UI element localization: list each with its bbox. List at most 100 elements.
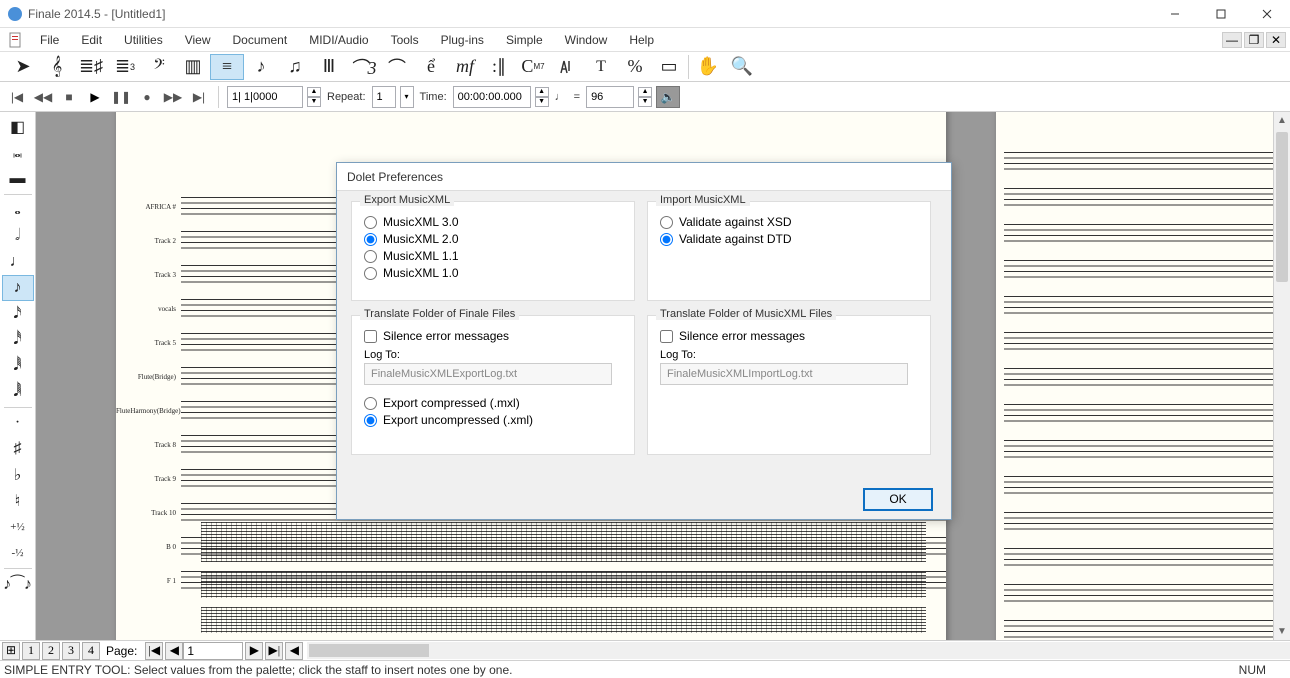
quarter-note-icon[interactable]: ♩ xyxy=(2,249,34,275)
staff-lines[interactable] xyxy=(1004,512,1273,534)
eighth-note-icon[interactable]: ♪ xyxy=(2,275,34,301)
chord-tool[interactable]: CM7 xyxy=(516,54,550,80)
staff-lines[interactable] xyxy=(1004,260,1273,282)
menu-utilities[interactable]: Utilities xyxy=(114,31,173,49)
double-whole-note-icon[interactable]: 𝅜 xyxy=(2,140,34,166)
scroll-up-icon[interactable]: ▲ xyxy=(1274,112,1290,129)
record-button[interactable]: ● xyxy=(136,87,158,107)
sixteenth-note-icon[interactable]: 𝅘𝅥𝅯 xyxy=(2,301,34,327)
prev-page-button[interactable]: ◀ xyxy=(165,642,183,660)
staff-lines[interactable] xyxy=(1004,620,1273,640)
menu-edit[interactable]: Edit xyxy=(71,31,112,49)
import-log-field[interactable] xyxy=(660,363,908,385)
radio-musicxml-10[interactable]: MusicXML 1.0 xyxy=(364,266,622,280)
menu-simple[interactable]: Simple xyxy=(496,31,553,49)
mdi-close-button[interactable]: ✕ xyxy=(1266,32,1286,48)
thirtysecond-note-icon[interactable]: 𝅘𝅥𝅰 xyxy=(2,327,34,353)
slur-tool[interactable]: ⌒ xyxy=(380,54,414,80)
menu-file[interactable]: File xyxy=(30,31,69,49)
staff-lines[interactable] xyxy=(1004,332,1273,354)
onetwentyeighth-note-icon[interactable]: 𝅘𝅥𝅲 xyxy=(2,379,34,405)
menu-midi-audio[interactable]: MIDI/Audio xyxy=(299,31,378,49)
staff-lines[interactable] xyxy=(1004,476,1273,498)
radio-export-compressed[interactable]: Export compressed (.mxl) xyxy=(364,396,622,410)
horizontal-scrollbar[interactable] xyxy=(307,642,1290,659)
zoom-tool[interactable]: 🔍 xyxy=(725,54,759,80)
simple-entry-tool[interactable]: ≡ xyxy=(210,54,244,80)
repeat-tool[interactable]: :∥ xyxy=(482,54,516,80)
ok-button[interactable]: OK xyxy=(863,488,933,511)
checkbox-silence-errors-ml[interactable]: Silence error messages xyxy=(660,329,918,343)
staff-lines[interactable] xyxy=(1004,224,1273,246)
expression-tool[interactable]: mf xyxy=(448,54,482,80)
radio-export-uncompressed[interactable]: Export uncompressed (.xml) xyxy=(364,413,622,427)
measure-counter[interactable]: 1| 1|0000 xyxy=(227,86,303,108)
sharp-icon[interactable]: ♯ xyxy=(2,436,34,462)
half-step-up-icon[interactable]: +½ xyxy=(2,514,34,540)
forward-end-button[interactable]: ▶| xyxy=(188,87,210,107)
menu-help[interactable]: Help xyxy=(619,31,664,49)
half-step-down-icon[interactable]: -½ xyxy=(2,540,34,566)
radio-musicxml-11[interactable]: MusicXML 1.1 xyxy=(364,249,622,263)
score-page-2[interactable] xyxy=(996,112,1273,640)
articulation-tool[interactable]: ể xyxy=(414,54,448,80)
clef-tool[interactable]: 𝄢 xyxy=(142,54,176,80)
staff-lines[interactable] xyxy=(1004,188,1273,210)
rewind-button[interactable]: ◀◀ xyxy=(32,87,54,107)
scroll-down-icon[interactable]: ▼ xyxy=(1274,623,1290,640)
whole-note-icon[interactable]: 𝅝 xyxy=(2,197,34,223)
tuplet-tool[interactable]: Ⅲ xyxy=(312,54,346,80)
menu-tools[interactable]: Tools xyxy=(381,31,429,49)
stop-button[interactable]: ■ xyxy=(58,87,80,107)
staff-lines[interactable] xyxy=(1004,296,1273,318)
radio-validate-dtd[interactable]: Validate against DTD xyxy=(660,232,918,246)
key-signature-tool[interactable]: ≣♯ xyxy=(74,54,108,80)
menu-window[interactable]: Window xyxy=(555,31,618,49)
close-button[interactable] xyxy=(1244,0,1290,28)
staff-lines[interactable] xyxy=(1004,584,1273,606)
staff-lines[interactable] xyxy=(1004,152,1273,174)
hyperscribe-tool[interactable]: ♫ xyxy=(278,54,312,80)
page-layout-tool[interactable]: ▭ xyxy=(652,54,686,80)
zoom-tab-4[interactable]: 4 xyxy=(82,642,100,660)
measure-tool[interactable]: ▥ xyxy=(176,54,210,80)
radio-musicxml-20[interactable]: MusicXML 2.0 xyxy=(364,232,622,246)
minimize-button[interactable] xyxy=(1152,0,1198,28)
zoom-tab-3[interactable]: 3 xyxy=(62,642,80,660)
pause-button[interactable]: ❚❚ xyxy=(110,87,132,107)
first-page-button[interactable]: |◀ xyxy=(145,642,163,660)
sixtyfourth-note-icon[interactable]: 𝅘𝅥𝅱 xyxy=(2,353,34,379)
layout-button[interactable]: ⊞ xyxy=(2,642,20,660)
text-tool[interactable]: T xyxy=(584,54,618,80)
half-note-icon[interactable]: 𝅗𝅥 xyxy=(2,223,34,249)
menu-plugins[interactable]: Plug-ins xyxy=(431,31,494,49)
staff-lines[interactable] xyxy=(1004,548,1273,570)
flat-icon[interactable]: ♭ xyxy=(2,462,34,488)
last-page-button[interactable]: ▶| xyxy=(265,642,283,660)
lyrics-tool[interactable] xyxy=(550,54,584,80)
hscroll-left-button[interactable]: ◀ xyxy=(285,642,303,660)
natural-icon[interactable]: ♮ xyxy=(2,488,34,514)
page-number-field[interactable]: 1 xyxy=(183,642,243,660)
selection-tool[interactable]: ➤ xyxy=(6,54,40,80)
forward-button[interactable]: ▶▶ xyxy=(162,87,184,107)
tie-icon[interactable]: ♪⁀♪ xyxy=(2,571,34,597)
speedy-entry-tool[interactable]: ♪ xyxy=(244,54,278,80)
checkbox-silence-errors-finale[interactable]: Silence error messages xyxy=(364,329,622,343)
audio-toggle-button[interactable]: 🔈 xyxy=(656,86,680,108)
eraser-icon[interactable]: ◧ xyxy=(2,114,34,140)
zoom-tab-1[interactable]: 1 xyxy=(22,642,40,660)
zoom-tab-2[interactable]: 2 xyxy=(42,642,60,660)
radio-validate-xsd[interactable]: Validate against XSD xyxy=(660,215,918,229)
maximize-button[interactable] xyxy=(1198,0,1244,28)
resize-tool[interactable]: % xyxy=(618,54,652,80)
smart-shape-tool[interactable]: ⌒3 xyxy=(346,54,380,80)
repeat-dropdown[interactable]: ▾ xyxy=(400,86,414,108)
play-button[interactable]: ▶ xyxy=(84,87,106,107)
whole-rest-icon[interactable]: ▬ xyxy=(2,166,34,192)
mdi-minimize-button[interactable]: — xyxy=(1222,32,1242,48)
tempo-field[interactable]: 96 xyxy=(586,86,634,108)
vertical-scrollbar[interactable]: ▲ ▼ xyxy=(1273,112,1290,640)
mdi-restore-button[interactable]: ❐ xyxy=(1244,32,1264,48)
dot-icon[interactable]: · xyxy=(2,410,34,436)
